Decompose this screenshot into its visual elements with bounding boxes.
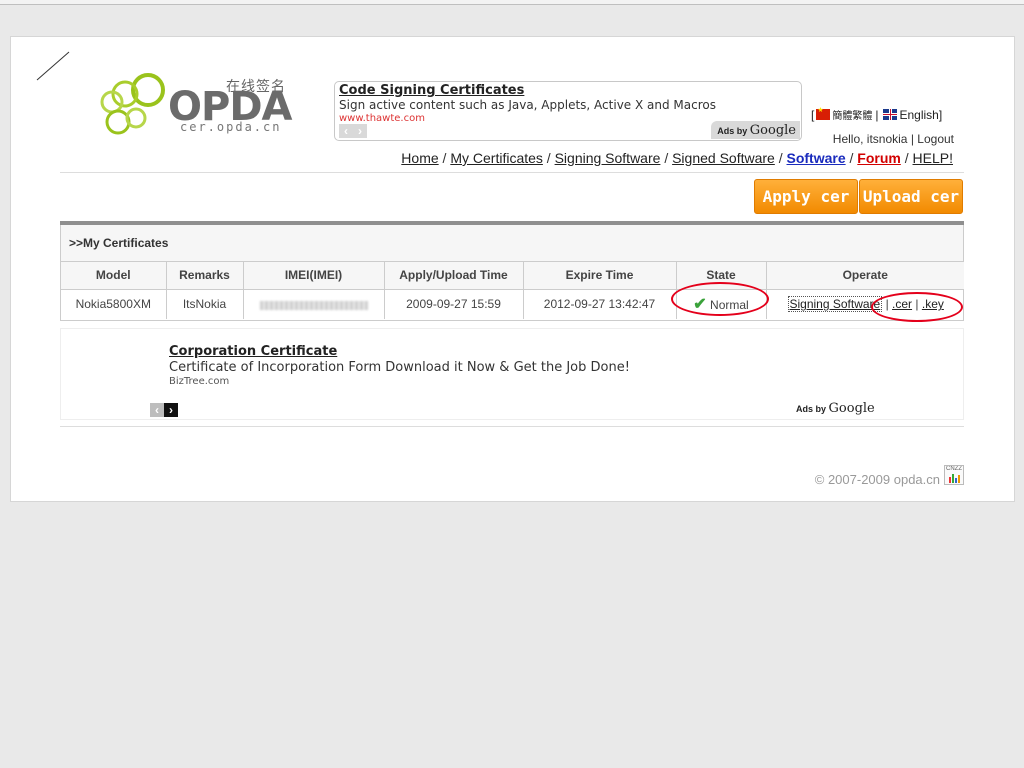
col-operate: Operate [766, 262, 964, 290]
cell-state: ✔ Normal [671, 282, 770, 319]
nav-help[interactable]: HELP! [913, 150, 953, 166]
nav-signed-software[interactable]: Signed Software [672, 150, 775, 166]
cnzz-label: CNZZ [946, 466, 962, 472]
prev-arrow-icon[interactable]: ‹ [339, 124, 353, 138]
lang-separator: | [875, 107, 879, 122]
table-row: Nokia5800XM ItsNokia 2009-09-27 15:59 20… [61, 282, 964, 322]
user-bar: Hello, itsnokia | Logout [833, 132, 954, 146]
language-switcher: [ 簡體繁體 | English] [811, 106, 942, 122]
nav-home[interactable]: Home [401, 150, 438, 166]
signing-software-link[interactable]: Signing Software [787, 296, 883, 313]
download-cer-link[interactable]: .cer [892, 297, 912, 311]
download-key-link[interactable]: .key [922, 297, 944, 311]
bottom-ad-description: Certificate of Incorporation Form Downlo… [169, 360, 630, 375]
user-greeting: Hello, itsnokia [832, 132, 908, 146]
nav-sep: / [546, 150, 551, 166]
main-nav: Home / My Certificates / Signing Softwar… [401, 150, 953, 166]
cell-apply-time: 2009-09-27 15:59 [384, 289, 524, 319]
chinese-language-link[interactable]: 簡體繁體 [832, 107, 872, 122]
nav-forum[interactable]: Forum [857, 150, 901, 166]
header-divider [60, 172, 964, 173]
apply-cer-button[interactable]: Apply cer [754, 179, 858, 214]
imei-redacted [259, 300, 368, 310]
certificates-panel: >>My Certificates Model Remarks IMEI(IME… [60, 225, 964, 322]
bottom-ad-arrows: ‹ › [150, 403, 178, 417]
next-arrow-icon[interactable]: › [164, 403, 178, 417]
next-arrow-icon[interactable]: › [353, 124, 367, 138]
uk-flag-icon[interactable] [883, 109, 898, 120]
diagonal-mark [36, 51, 70, 81]
cell-remarks: ItsNokia [166, 289, 244, 319]
opda-logo[interactable]: 在线签名 OPDA cer.opda.cn [98, 72, 303, 140]
nav-sep: / [849, 150, 854, 166]
ads-by-label: Ads by [717, 126, 748, 136]
top-ad-ads-by-google[interactable]: Ads by Google [711, 121, 800, 139]
check-icon: ✔ [693, 296, 707, 314]
state-wrapper: ✔ Normal [671, 282, 770, 317]
nav-sep: / [664, 150, 669, 166]
prev-arrow-icon[interactable]: ‹ [150, 403, 164, 417]
state-text: Normal [710, 298, 749, 313]
logo-circles-icon [100, 73, 165, 135]
top-ad-url[interactable]: www.thawte.com [339, 113, 425, 124]
copyright: © 2007-2009 opda.cn [814, 472, 940, 487]
table-header-row: Model Remarks IMEI(IMEI) Apply/Upload Ti… [61, 262, 964, 290]
nav-sep: / [442, 150, 447, 166]
nav-software[interactable]: Software [787, 150, 846, 166]
china-flag-icon[interactable] [816, 106, 831, 120]
google-wordmark: Google [749, 123, 796, 138]
top-ad-title[interactable]: Code Signing Certificates [339, 83, 524, 98]
top-ad-description: Sign active content such as Java, Applet… [339, 98, 716, 112]
cell-operate: Signing Software | .cer | .key [766, 289, 964, 322]
nav-signing-software[interactable]: Signing Software [555, 150, 661, 166]
col-state: State [676, 262, 767, 290]
google-wordmark: Google [828, 401, 875, 416]
nav-sep: / [778, 150, 783, 166]
logo-domain: cer.opda.cn [180, 120, 282, 134]
upload-cer-button[interactable]: Upload cer [859, 179, 963, 214]
footer-divider [60, 426, 964, 427]
cnzz-bars [945, 473, 963, 483]
cnzz-stats-icon[interactable]: CNZZ [944, 465, 964, 485]
browser-top-edge [0, 0, 1024, 5]
bottom-ad-title[interactable]: Corporation Certificate [169, 344, 337, 359]
cell-imei [243, 289, 385, 319]
bottom-ad-url[interactable]: BizTree.com [169, 376, 229, 387]
col-expire-time: Expire Time [523, 262, 677, 290]
op-separator: | [915, 297, 919, 312]
op-separator: | [885, 297, 889, 312]
logout-link[interactable]: Logout [917, 132, 954, 146]
cell-model: Nokia5800XM [61, 289, 167, 319]
nav-sep: / [904, 150, 909, 166]
bottom-google-ad: Corporation Certificate Certificate of I… [60, 328, 964, 420]
col-remarks: Remarks [166, 262, 244, 290]
col-model: Model [61, 262, 167, 290]
col-imei: IMEI(IMEI) [243, 262, 385, 290]
user-separator: | [910, 132, 914, 146]
top-ad-arrows: ‹ › [339, 124, 367, 138]
cell-expire-time: 2012-09-27 13:42:47 [523, 289, 677, 319]
col-apply-time: Apply/Upload Time [384, 262, 524, 290]
lang-open-bracket: [ [811, 107, 815, 122]
nav-my-certificates[interactable]: My Certificates [450, 150, 543, 166]
certificates-table: Model Remarks IMEI(IMEI) Apply/Upload Ti… [61, 262, 964, 322]
panel-title: >>My Certificates [61, 225, 963, 262]
bottom-ad-ads-by-google[interactable]: Ads by Google [796, 401, 875, 416]
top-google-ad: Code Signing Certificates Sign active co… [334, 81, 802, 141]
ads-by-label: Ads by [796, 404, 827, 414]
english-language-link[interactable]: English] [899, 108, 942, 122]
